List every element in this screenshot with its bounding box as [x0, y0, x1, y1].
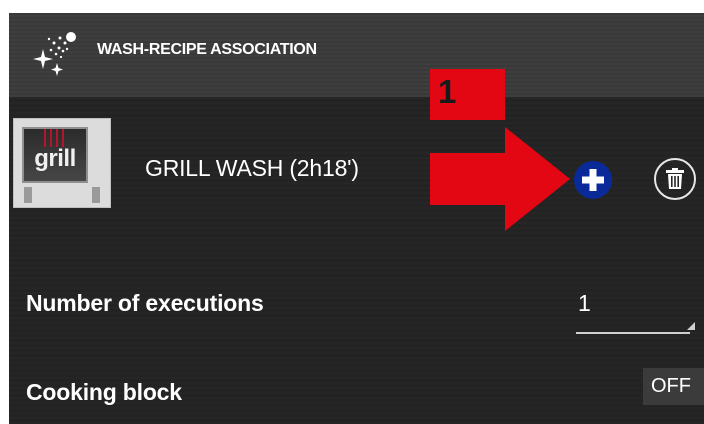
annotation-marker: 1 [430, 69, 505, 120]
annotation-arrow [430, 127, 570, 231]
cooking-block-label: Cooking block [26, 379, 182, 405]
recipe-thumbnail: grill [13, 118, 111, 208]
executions-label: Number of executions [26, 290, 264, 316]
annotation-number: 1 [438, 73, 457, 110]
add-button[interactable] [574, 161, 612, 199]
dropdown-corner-icon [687, 322, 695, 330]
cooking-block-toggle[interactable]: OFF [643, 368, 704, 405]
thumbnail-label: grill [34, 145, 76, 172]
screen-title: WASH-RECIPE ASSOCIATION [97, 41, 317, 58]
oven-leg [24, 187, 32, 203]
recipe-name: GRILL WASH (2h18') [145, 155, 359, 181]
oven-leg [92, 187, 100, 203]
plus-icon [582, 169, 604, 191]
executions-input[interactable]: 1 [578, 290, 688, 317]
executions-underline [576, 332, 690, 334]
delete-button[interactable] [654, 158, 696, 200]
header-bar: WASH-RECIPE ASSOCIATION [9, 13, 704, 97]
toggle-state: OFF [651, 375, 691, 397]
trash-icon [666, 168, 684, 189]
app-screen: WASH-RECIPE ASSOCIATION grill GRILL WASH… [9, 13, 704, 424]
grill-image: grill [22, 127, 88, 183]
sparkle-icon [33, 32, 76, 76]
